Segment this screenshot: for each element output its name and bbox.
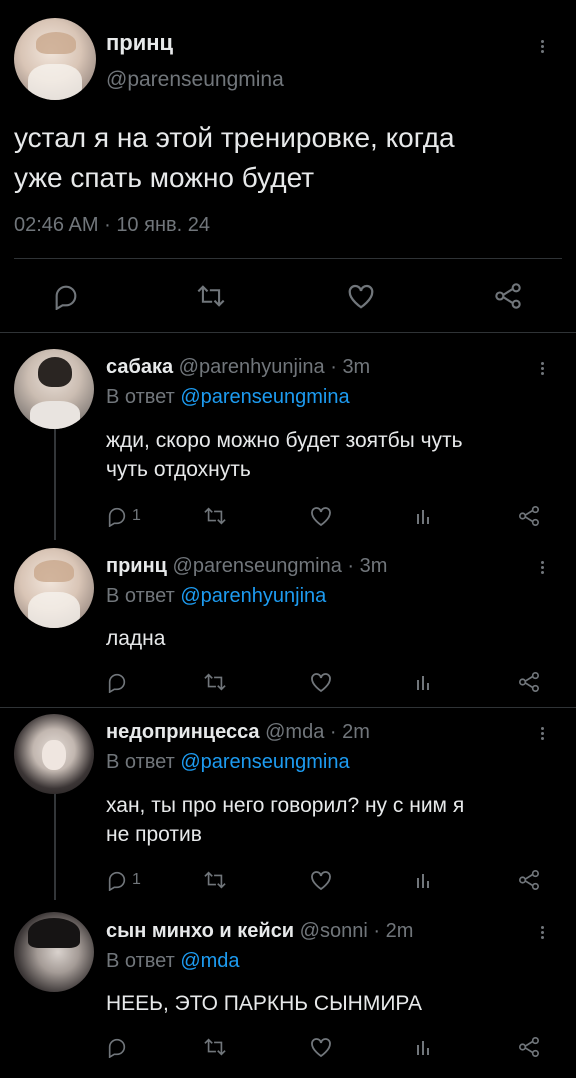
like-icon[interactable]	[309, 671, 333, 693]
more-options-icon[interactable]	[541, 360, 545, 377]
main-sep: ·	[104, 214, 111, 236]
reply-to-handle[interactable]: @mda	[180, 950, 239, 972]
thread-line	[54, 428, 56, 540]
reply-to-handle[interactable]: @parenseungmina	[180, 386, 349, 408]
more-options-icon[interactable]	[541, 559, 545, 576]
share-icon[interactable]	[494, 282, 522, 310]
reply-handle[interactable]: @parenhyunjina	[179, 356, 325, 378]
reply-dot: ·	[329, 721, 337, 743]
replying-to: В ответ @parenseungmina	[106, 751, 350, 774]
reply-text-line1: НЕЕЬ, ЭТО ПАРКНЬ СЫНМИРА	[106, 992, 423, 1015]
reply-icon[interactable]	[106, 505, 128, 527]
reply-text: НЕЕЬ, ЭТО ПАРКНЬ СЫНМИРА	[106, 989, 556, 1018]
main-date: 10 янв. 24	[116, 214, 210, 236]
avatar-main[interactable]	[14, 18, 96, 100]
main-tweet-text-line2: уже спать можно будет	[14, 162, 315, 193]
main-handle[interactable]: @parenseungmina	[106, 68, 284, 92]
avatar-reply3[interactable]	[14, 714, 94, 794]
more-options-icon[interactable]	[541, 924, 545, 941]
reply-count: 1	[132, 871, 141, 888]
main-tweet-text: устал я на этой тренировке, когда уже сп…	[14, 118, 566, 198]
reply-prefix: В ответ	[106, 585, 175, 607]
reply-handle[interactable]: @sonni	[300, 920, 368, 942]
main-tweet-text-line1: устал я на этой тренировке, когда	[14, 122, 455, 153]
reply-display-name[interactable]: сабака	[106, 356, 173, 378]
divider	[0, 707, 576, 708]
avatar-reply1[interactable]	[14, 349, 94, 429]
reply-display-name[interactable]: принц	[106, 555, 167, 577]
reply-age: 3m	[359, 555, 388, 577]
avatar-reply2[interactable]	[14, 548, 94, 628]
reply-text: жди, скоро можно будет зоятбы чуть чуть …	[106, 426, 556, 484]
views-icon[interactable]	[414, 1037, 434, 1057]
like-icon[interactable]	[346, 282, 376, 310]
main-time: 02:46 AM	[14, 214, 99, 236]
reply-dot: ·	[373, 920, 381, 942]
reply-display-name[interactable]: недопринцесса	[106, 721, 260, 743]
reply-text-line2: не против	[106, 823, 202, 846]
reply-header: сын минхо и кейси @sonni · 2m	[106, 920, 413, 943]
reply-age: 2m	[342, 721, 370, 743]
views-icon[interactable]	[414, 506, 434, 526]
share-icon[interactable]	[518, 505, 540, 527]
reply-to-handle[interactable]: @parenhyunjina	[180, 585, 326, 607]
views-icon[interactable]	[414, 870, 434, 890]
like-icon[interactable]	[309, 1036, 333, 1058]
divider	[0, 332, 576, 333]
retweet-icon[interactable]	[203, 1036, 227, 1058]
replying-to: В ответ @parenhyunjina	[106, 585, 326, 608]
reply-dot: ·	[347, 555, 355, 577]
reply-text-line2: чуть отдохнуть	[106, 458, 251, 481]
reply-age: 3m	[342, 356, 371, 378]
replying-to: В ответ @parenseungmina	[106, 386, 350, 409]
more-options-icon[interactable]	[541, 38, 545, 55]
reply-header: принц @parenseungmina · 3m	[106, 555, 387, 578]
retweet-icon[interactable]	[203, 869, 227, 891]
main-display-name[interactable]: принц	[106, 30, 173, 56]
reply-icon[interactable]	[106, 1036, 128, 1058]
retweet-icon[interactable]	[196, 282, 226, 310]
avatar-reply4[interactable]	[14, 912, 94, 992]
reply-prefix: В ответ	[106, 751, 175, 773]
reply-icon[interactable]	[52, 282, 80, 310]
share-icon[interactable]	[518, 869, 540, 891]
thread-line	[54, 788, 56, 900]
reply-text-line1: жди, скоро можно будет зоятбы чуть	[106, 429, 463, 452]
reply-text: хан, ты про него говорил? ну с ним я не …	[106, 791, 556, 849]
reply-count: 1	[132, 507, 141, 524]
retweet-icon[interactable]	[203, 671, 227, 693]
divider	[14, 258, 562, 259]
retweet-icon[interactable]	[203, 505, 227, 527]
share-icon[interactable]	[518, 1036, 540, 1058]
reply-text-line1: ладна	[106, 627, 166, 650]
reply-display-name[interactable]: сын минхо и кейси	[106, 920, 294, 942]
reply-handle[interactable]: @mda	[265, 721, 324, 743]
reply-icon[interactable]	[106, 869, 128, 891]
reply-to-handle[interactable]: @parenseungmina	[180, 751, 349, 773]
like-icon[interactable]	[309, 505, 333, 527]
more-options-icon[interactable]	[541, 725, 545, 742]
replying-to: В ответ @mda	[106, 950, 240, 973]
reply-text: ладна	[106, 624, 556, 653]
views-icon[interactable]	[414, 672, 434, 692]
like-icon[interactable]	[309, 869, 333, 891]
reply-prefix: В ответ	[106, 386, 175, 408]
reply-age: 2m	[385, 920, 414, 942]
reply-handle[interactable]: @parenseungmina	[173, 555, 342, 577]
share-icon[interactable]	[518, 671, 540, 693]
reply-dot: ·	[330, 356, 337, 378]
reply-header: сабака @parenhyunjina · 3m	[106, 356, 370, 379]
reply-text-line1: хан, ты про него говорил? ну с ним я	[106, 794, 465, 817]
reply-prefix: В ответ	[106, 950, 175, 972]
reply-header: недопринцесса @mda · 2m	[106, 721, 370, 744]
reply-icon[interactable]	[106, 671, 128, 693]
main-timestamp: 02:46 AM · 10 янв. 24	[14, 214, 210, 237]
